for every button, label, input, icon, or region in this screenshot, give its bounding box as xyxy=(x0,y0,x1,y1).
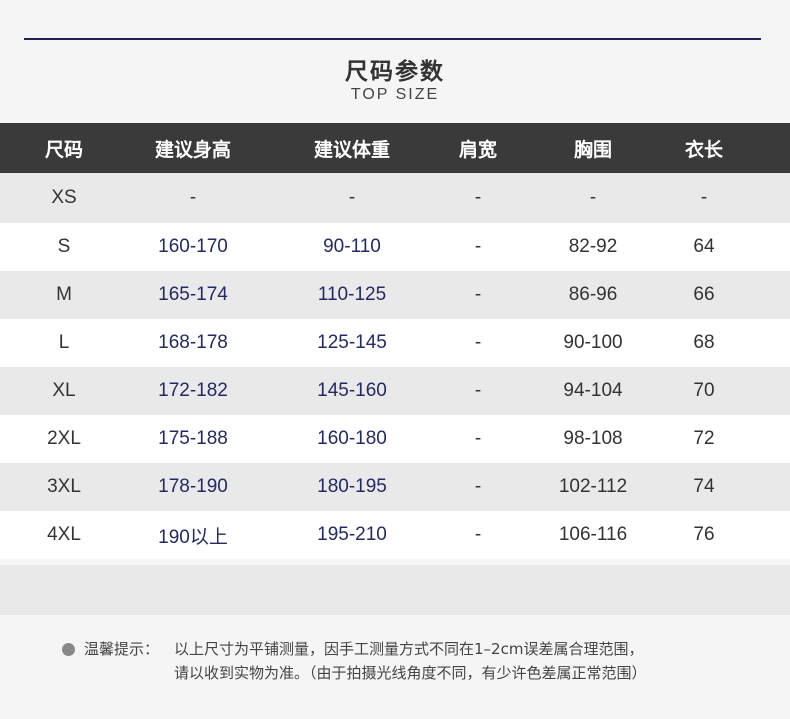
shoulder-cell: - xyxy=(474,524,482,545)
shoulder-cell: - xyxy=(474,476,482,497)
size-cell: 4XL xyxy=(47,524,81,545)
shoulder-cell: - xyxy=(474,236,482,257)
shoulder-cell: - xyxy=(474,380,482,401)
chest-cell: 106-116 xyxy=(558,524,628,545)
note-label: 温馨提示： xyxy=(84,640,160,658)
bullet-dot-icon xyxy=(62,643,75,656)
length-cell: 70 xyxy=(693,380,715,401)
table-row: XL 172-182 145-160 - 94-104 70 xyxy=(0,367,790,415)
table-header: 尺码 建议身高 建议体重 肩宽 胸围 衣长 xyxy=(0,123,790,173)
page-title: 尺码参数 xyxy=(345,59,445,85)
note-line-1: 以上尺寸为平铺测量，因手工测量方式不同在1–2cm误差属合理范围， xyxy=(174,640,644,658)
height-cell: 190以上 xyxy=(158,526,228,548)
column-header-length: 衣长 xyxy=(684,138,724,161)
title-divider-line xyxy=(24,38,761,40)
weight-cell: 180-195 xyxy=(317,476,387,497)
weight-cell: 145-160 xyxy=(317,380,387,401)
size-cell: XS xyxy=(51,187,77,208)
length-cell: 76 xyxy=(693,524,715,545)
table-row: 4XL 190以上 195-210 - 106-116 76 xyxy=(0,511,790,559)
chest-cell: 82-92 xyxy=(568,236,618,257)
table-row: 2XL 175-188 160-180 - 98-108 72 xyxy=(0,415,790,463)
height-cell: 160-170 xyxy=(158,236,228,257)
length-cell: 74 xyxy=(693,476,715,497)
height-cell: 172-182 xyxy=(158,380,228,401)
column-header-height: 建议身高 xyxy=(154,138,232,161)
size-cell: 2XL xyxy=(47,428,81,449)
size-cell: S xyxy=(57,236,71,257)
table-row: 3XL 178-190 180-195 - 102-112 74 xyxy=(0,463,790,511)
length-cell: 68 xyxy=(693,332,715,353)
column-header-chest: 胸围 xyxy=(573,138,613,161)
length-cell: 72 xyxy=(693,428,715,449)
height-cell: 168-178 xyxy=(158,332,228,353)
table-row: S 160-170 90-110 - 82-92 64 xyxy=(0,223,790,271)
length-cell: 64 xyxy=(693,236,715,257)
size-cell: XL xyxy=(52,380,76,401)
weight-cell: 110-125 xyxy=(317,284,387,305)
table-empty-row xyxy=(0,565,790,615)
column-header-size: 尺码 xyxy=(44,138,84,161)
page-subtitle: TOP SIZE xyxy=(350,86,440,103)
length-cell: - xyxy=(700,187,708,208)
size-cell: L xyxy=(58,332,70,353)
weight-cell: - xyxy=(348,187,356,208)
shoulder-cell: - xyxy=(474,187,482,208)
chest-cell: 94-104 xyxy=(563,380,623,401)
height-cell: 175-188 xyxy=(158,428,228,449)
table-row: XS - - - - - xyxy=(0,173,790,223)
chest-cell: 90-100 xyxy=(563,332,623,353)
weight-cell: 90-110 xyxy=(323,236,381,257)
table-row: L 168-178 125-145 - 90-100 68 xyxy=(0,319,790,367)
weight-cell: 160-180 xyxy=(317,428,387,449)
chest-cell: 86-96 xyxy=(568,284,618,305)
table-row: M 165-174 110-125 - 86-96 66 xyxy=(0,271,790,319)
column-header-weight: 建议体重 xyxy=(313,138,391,161)
height-cell: 165-174 xyxy=(158,284,228,305)
shoulder-cell: - xyxy=(474,332,482,353)
height-cell: - xyxy=(189,187,197,208)
length-cell: 66 xyxy=(693,284,715,305)
chest-cell: 98-108 xyxy=(563,428,623,449)
column-header-shoulder: 肩宽 xyxy=(458,138,498,161)
height-cell: 178-190 xyxy=(158,476,228,497)
size-cell: M xyxy=(56,284,72,305)
weight-cell: 125-145 xyxy=(317,332,387,353)
shoulder-cell: - xyxy=(474,284,482,305)
chest-cell: 102-112 xyxy=(558,476,628,497)
weight-cell: 195-210 xyxy=(317,524,387,545)
note-line-2: 请以收到实物为准。（由于拍摄光线角度不同，有少许色差属正常范围） xyxy=(174,664,647,682)
shoulder-cell: - xyxy=(474,428,482,449)
size-table: 尺码 建议身高 建议体重 肩宽 胸围 衣长 XS - - - - - S 160… xyxy=(0,123,790,559)
chest-cell: - xyxy=(589,187,597,208)
size-cell: 3XL xyxy=(47,476,81,497)
